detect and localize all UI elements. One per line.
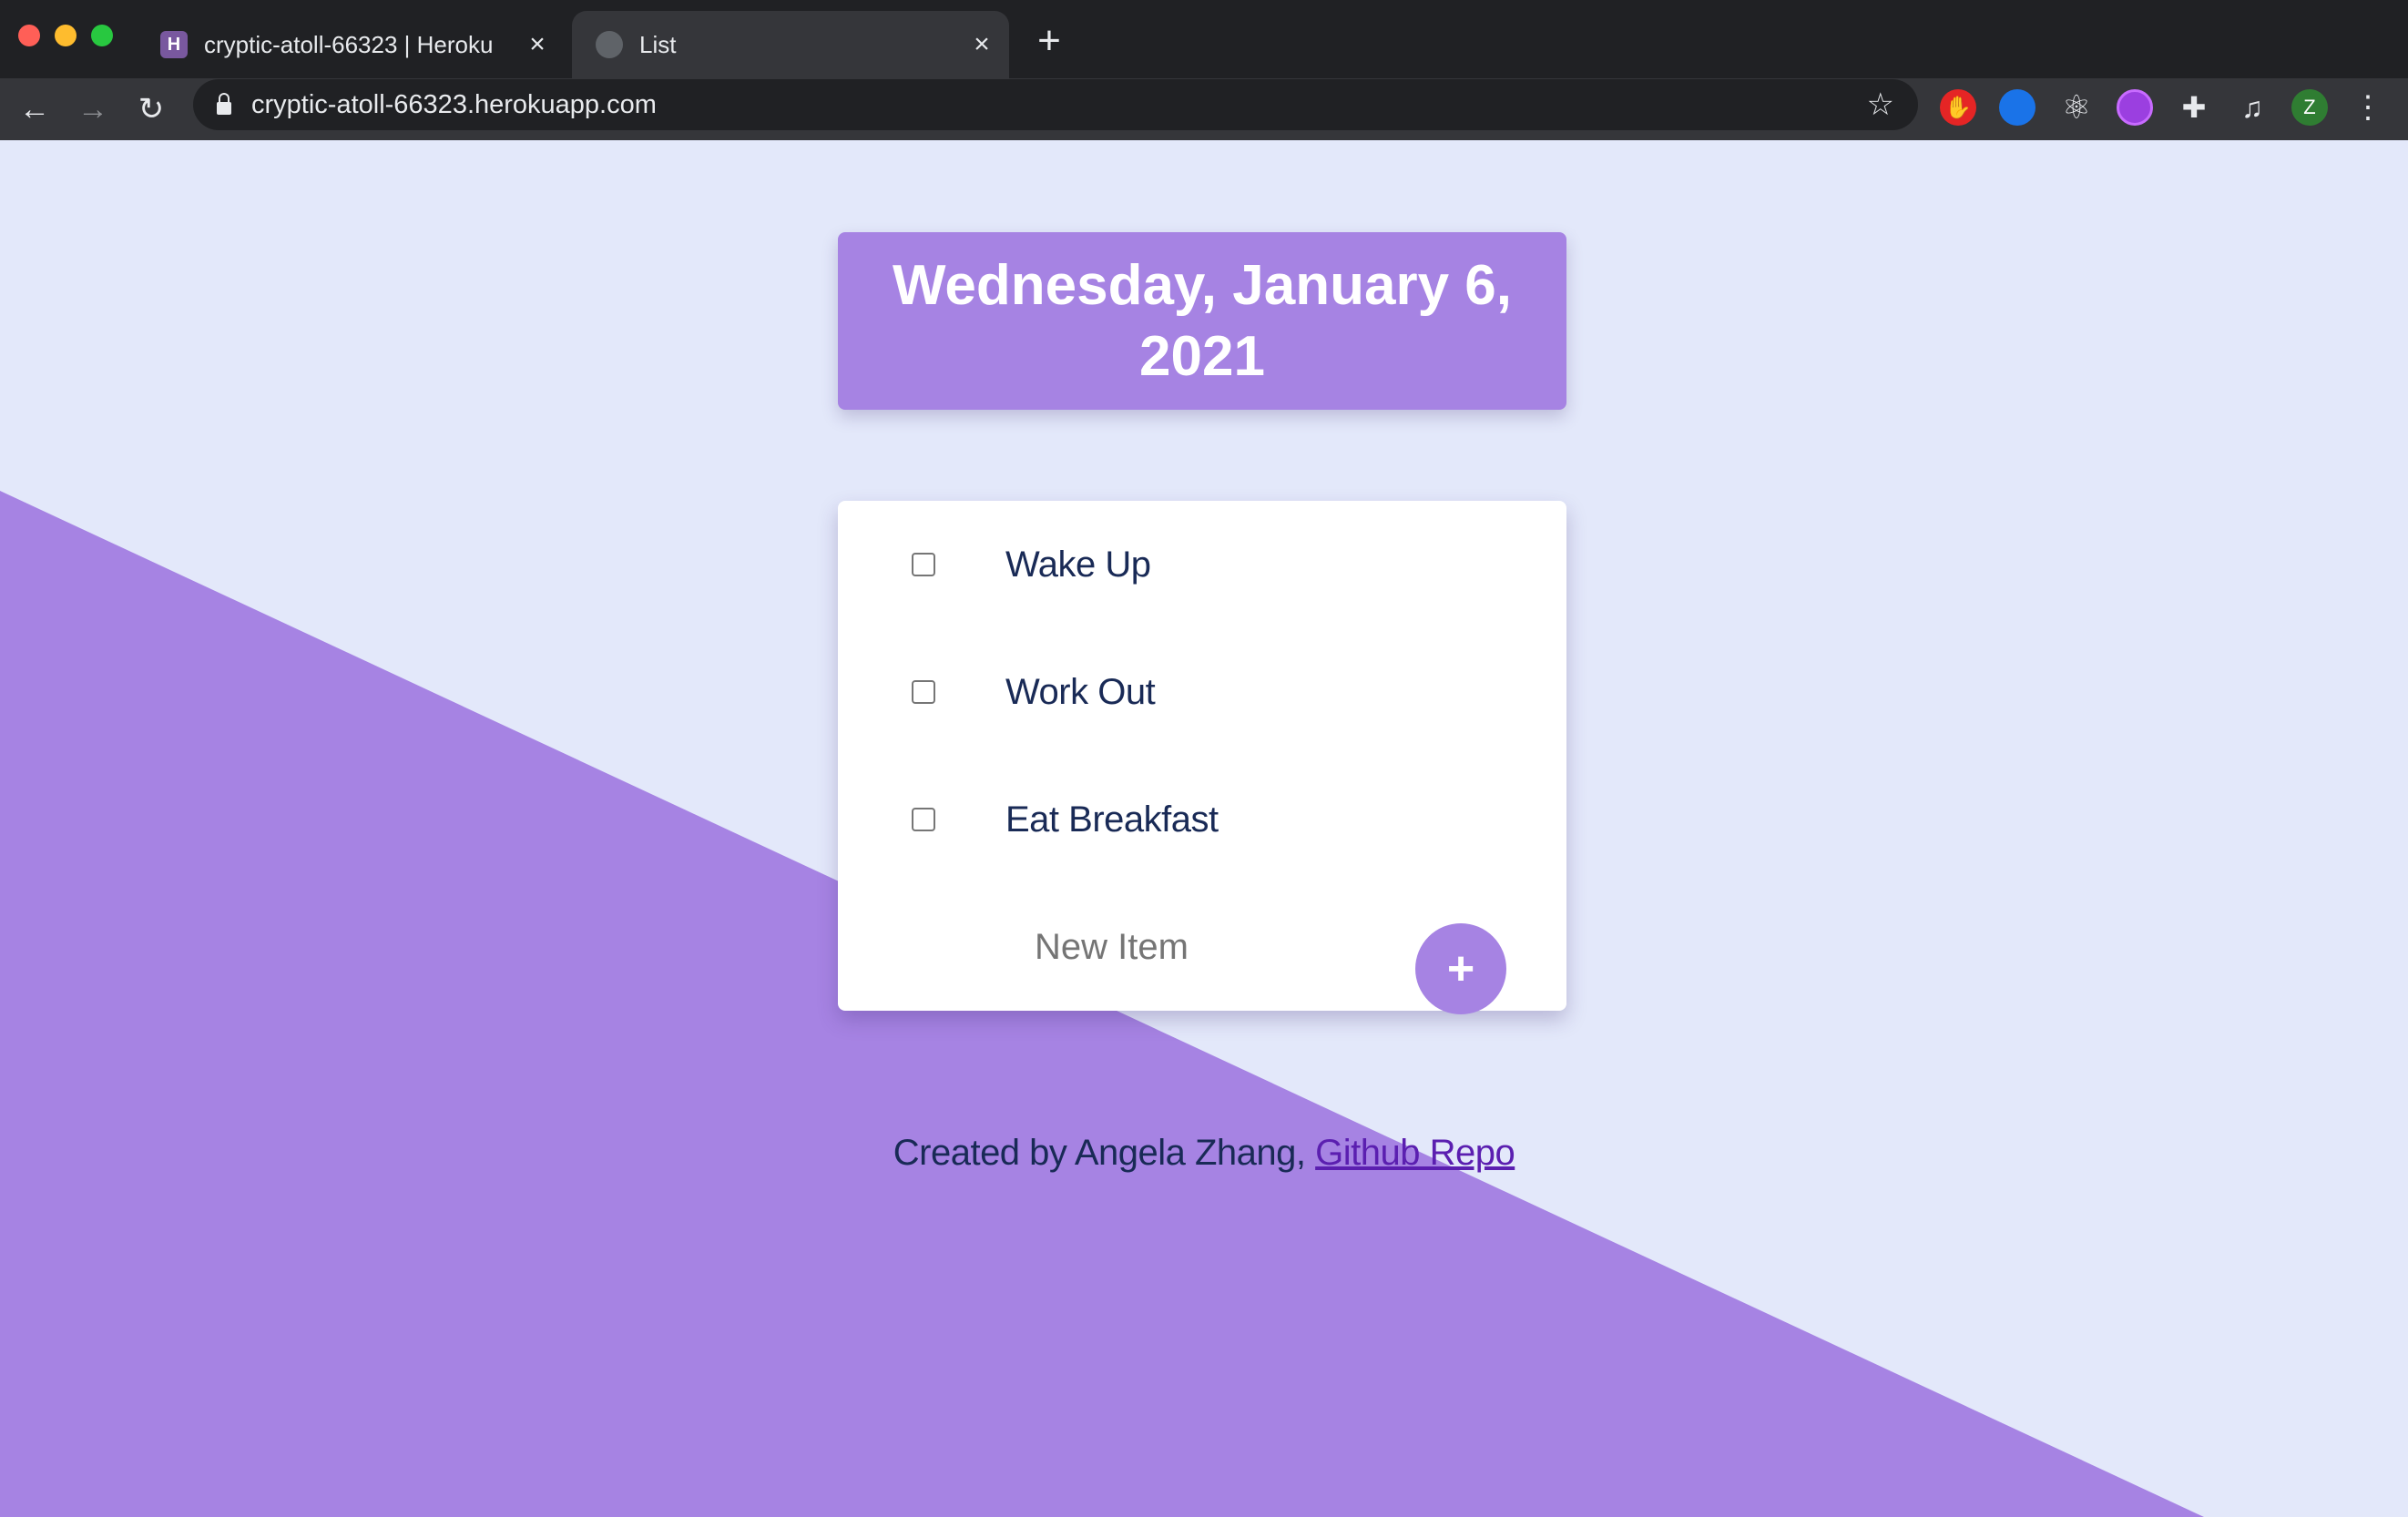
new-item-input[interactable] — [1035, 918, 1381, 976]
tab-heroku[interactable]: H cryptic-atoll-66323 | Heroku × — [137, 11, 565, 78]
extension-icon[interactable] — [2117, 89, 2153, 126]
back-arrow-icon[interactable]: ← — [15, 89, 55, 129]
page-title: Wednesday, January 6, 2021 — [892, 253, 1512, 388]
list-item: Eat Breakfast — [838, 756, 1566, 883]
list-item: Wake Up — [838, 501, 1566, 628]
footer: Created by Angela Zhang, Github Repo — [0, 1133, 2408, 1174]
globe-icon — [596, 31, 623, 58]
item-checkbox[interactable] — [912, 680, 935, 704]
globe-extension-icon[interactable] — [1999, 89, 2036, 126]
profile-avatar[interactable]: Z — [2291, 89, 2328, 126]
lock-icon[interactable] — [217, 93, 231, 115]
new-tab-button[interactable]: + — [1031, 20, 1067, 62]
star-icon[interactable]: ☆ — [1867, 87, 1894, 123]
menu-icon[interactable]: ⋮ — [2350, 89, 2386, 126]
item-label: Wake Up — [1005, 544, 1151, 585]
todo-list: Wake Up Work Out Eat Breakfast + — [838, 501, 1566, 1014]
tab-title: List — [639, 30, 677, 58]
window-close-button[interactable] — [18, 25, 40, 46]
forward-arrow-icon[interactable]: → — [73, 89, 113, 129]
footer-text: Created by Angela Zhang, — [893, 1133, 1316, 1173]
tab-list[interactable]: List × — [572, 11, 1009, 78]
item-checkbox[interactable] — [912, 553, 935, 576]
window-zoom-button[interactable] — [91, 25, 113, 46]
media-control-icon[interactable]: ♫ — [2234, 89, 2270, 126]
add-item-button[interactable]: + — [1415, 923, 1506, 1014]
new-item-form: + — [838, 883, 1566, 1014]
page-viewport: Wednesday, January 6, 2021 Wake Up Work … — [0, 140, 2408, 1517]
tab-bar: H cryptic-atoll-66323 | Heroku × List × … — [0, 0, 2408, 78]
window-minimize-button[interactable] — [55, 25, 77, 46]
date-header: Wednesday, January 6, 2021 — [838, 232, 1566, 410]
reload-icon[interactable]: ↻ — [131, 89, 171, 129]
address-bar[interactable]: cryptic-atoll-66323.herokuapp.com ☆ — [193, 79, 1918, 130]
puzzle-piece-icon[interactable]: ✚ — [2176, 89, 2212, 126]
heroku-icon: H — [160, 31, 188, 58]
github-repo-link[interactable]: Github Repo — [1315, 1133, 1515, 1173]
react-devtools-icon[interactable]: ⚛ — [2058, 88, 2095, 126]
close-icon[interactable]: × — [964, 26, 1000, 63]
list-item: Work Out — [838, 628, 1566, 756]
close-icon[interactable]: × — [519, 26, 556, 63]
item-label: Eat Breakfast — [1005, 799, 1219, 840]
item-label: Work Out — [1005, 671, 1156, 712]
adblock-extension-icon[interactable]: ✋ — [1940, 89, 1976, 126]
item-checkbox[interactable] — [912, 808, 935, 831]
url-text[interactable]: cryptic-atoll-66323.herokuapp.com — [251, 90, 657, 120]
tab-title: cryptic-atoll-66323 | Heroku — [204, 30, 494, 58]
